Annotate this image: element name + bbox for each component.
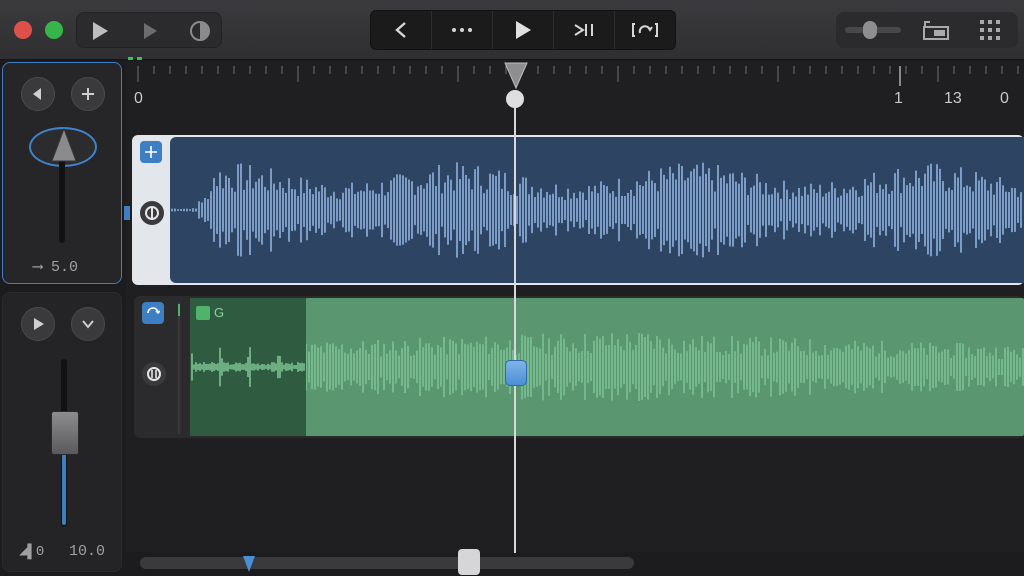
audio-region-1[interactable] xyxy=(132,135,1024,285)
track-2-volume-fill xyxy=(62,453,66,525)
audio-region-2-body xyxy=(190,298,1024,436)
ruler-label: 0 xyxy=(134,90,143,107)
track-2-expand-button[interactable] xyxy=(71,307,105,341)
input-icon xyxy=(147,367,161,381)
ruler-ticks xyxy=(137,66,1019,86)
volume-slider-icon xyxy=(845,21,901,39)
track-1-volume-handle[interactable] xyxy=(49,127,79,165)
timeline-ruler[interactable]: 0 1 13 0 xyxy=(126,62,1024,132)
horizontal-scroll-thumb[interactable] xyxy=(458,549,480,575)
region-tag-icon xyxy=(196,306,210,320)
track-header-2[interactable]: ◢▌0 10.0 xyxy=(2,292,122,572)
back-icon xyxy=(395,22,406,38)
track-2-divider xyxy=(178,302,180,434)
chevron-down-icon xyxy=(82,320,94,329)
playhead-dot[interactable] xyxy=(506,90,524,108)
audio-region-1-body xyxy=(170,137,1024,283)
waveform-1 xyxy=(171,162,1022,258)
skip-end-icon xyxy=(574,24,593,36)
more-icon xyxy=(452,28,472,32)
master-volume-slider[interactable] xyxy=(842,18,904,42)
track-1-volume-slot xyxy=(59,159,65,243)
eye-icon xyxy=(190,21,210,41)
activity-indicator xyxy=(128,47,154,78)
play-dim-button[interactable] xyxy=(135,19,165,43)
track-1-back-button[interactable] xyxy=(21,77,55,111)
play-button[interactable] xyxy=(85,19,115,43)
track-2-volume-fader[interactable] xyxy=(51,411,79,455)
transport-controls xyxy=(370,10,676,50)
region-tag-label: G xyxy=(214,305,225,320)
position-marker-icon[interactable] xyxy=(242,555,256,573)
track-list-button[interactable] xyxy=(920,18,952,42)
cycle-icon xyxy=(632,23,658,37)
add-icon xyxy=(82,88,94,100)
track-2-type-button[interactable] xyxy=(142,302,164,324)
title-bar xyxy=(0,0,1024,78)
track-1-volume-value: ⟶ 5.0 xyxy=(33,259,79,276)
back-button[interactable] xyxy=(371,11,432,49)
ruler-label: 1 xyxy=(894,90,903,107)
track-list-icon xyxy=(923,21,949,40)
ruler-label: 0 xyxy=(1000,90,1009,107)
more-button[interactable] xyxy=(432,11,493,49)
cycle-button[interactable] xyxy=(615,11,675,49)
track-header-1[interactable]: ⟶ 5.0 xyxy=(2,62,122,284)
play-icon xyxy=(93,22,108,40)
play-icon xyxy=(516,21,531,39)
track-2-value-right: 10.0 xyxy=(69,543,106,560)
window-zoom-button[interactable] xyxy=(45,21,63,39)
track-2-play-button[interactable] xyxy=(21,307,55,341)
right-toolbar-group xyxy=(836,12,1018,48)
track-2-marker xyxy=(178,304,180,316)
grid-icon xyxy=(980,20,1000,40)
left-toolbar-group xyxy=(76,12,222,48)
horizontal-scroll-track[interactable] xyxy=(140,557,634,569)
back-circle-icon xyxy=(33,88,41,100)
split-icon xyxy=(145,146,157,158)
transport-play-button[interactable] xyxy=(493,11,554,49)
waveform-2 xyxy=(191,333,1024,401)
grid-view-button[interactable] xyxy=(974,18,1006,42)
track-1-level-marker xyxy=(124,206,130,220)
input-icon xyxy=(145,206,159,220)
playhead-handle[interactable] xyxy=(505,360,527,386)
skip-to-end-button[interactable] xyxy=(554,11,615,49)
window-close-button[interactable] xyxy=(14,21,32,39)
track-1-type-button[interactable] xyxy=(140,141,162,163)
track-1-add-button[interactable] xyxy=(71,77,105,111)
play-circle-icon xyxy=(34,318,44,330)
loop-icon xyxy=(147,307,160,314)
view-toggle-button[interactable] xyxy=(185,19,215,43)
track-2-input-button[interactable] xyxy=(142,362,166,386)
playhead-line[interactable] xyxy=(514,98,516,553)
track-1-input-button[interactable] xyxy=(140,201,164,225)
ruler-label: 13 xyxy=(944,90,962,107)
playhead-top-icon[interactable] xyxy=(504,62,528,90)
track-2-value-left: ◢▌0 xyxy=(19,544,45,560)
audio-region-2[interactable]: G xyxy=(134,296,1024,438)
play-dim-icon xyxy=(144,23,157,39)
